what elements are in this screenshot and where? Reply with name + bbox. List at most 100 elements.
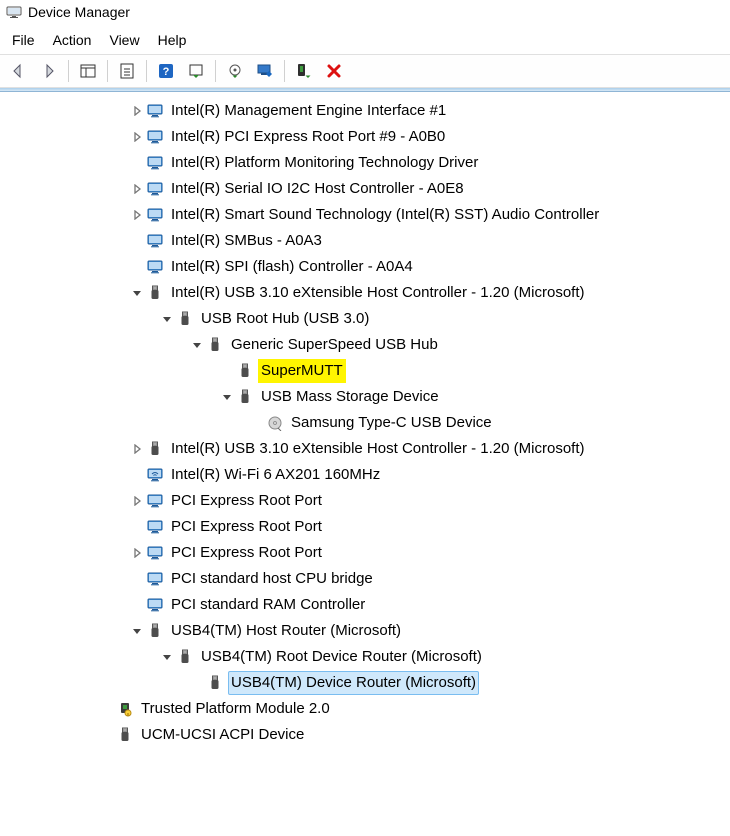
monitor-icon [146,102,164,120]
menu-help[interactable]: Help [158,32,187,48]
disk-icon [266,414,284,432]
tree-item[interactable]: Intel(R) USB 3.10 eXtensible Host Contro… [0,436,730,462]
monitor-icon [146,180,164,198]
tree-item-label: USB4(TM) Root Device Router (Microsoft) [198,645,485,670]
expand-icon[interactable] [130,444,144,454]
expand-icon[interactable] [130,626,144,636]
tree-item-label: Intel(R) Wi-Fi 6 AX201 160MHz [168,463,383,488]
properties-button[interactable] [114,58,140,84]
expand-icon[interactable] [160,652,174,662]
app-icon [6,4,22,20]
monitor-icon [146,570,164,588]
tree-item[interactable]: USB Root Hub (USB 3.0) [0,306,730,332]
monitor-icon [146,206,164,224]
window-title: Device Manager [28,4,130,20]
wifi-icon [146,466,164,484]
forward-button[interactable] [36,58,62,84]
tree-item[interactable]: PCI standard RAM Controller [0,592,730,618]
tree-item[interactable]: Trusted Platform Module 2.0 [0,696,730,722]
tree-item[interactable]: UCM-UCSI ACPI Device [0,722,730,748]
tree-item[interactable]: Intel(R) Smart Sound Technology (Intel(R… [0,202,730,228]
expand-icon[interactable] [130,288,144,298]
tree-item-label: PCI Express Root Port [168,515,325,540]
toolbar-separator [284,60,285,82]
tree-item[interactable]: Intel(R) SMBus - A0A3 [0,228,730,254]
tree-item[interactable]: Intel(R) PCI Express Root Port #9 - A0B0 [0,124,730,150]
tree-item-label: Generic SuperSpeed USB Hub [228,333,441,358]
tree-item[interactable]: USB4(TM) Device Router (Microsoft) [0,670,730,696]
tree-item[interactable]: Intel(R) Wi-Fi 6 AX201 160MHz [0,462,730,488]
toolbar-separator [215,60,216,82]
tree-item[interactable]: Intel(R) SPI (flash) Controller - A0A4 [0,254,730,280]
show-hide-console-button[interactable] [75,58,101,84]
tree-item[interactable]: PCI Express Root Port [0,540,730,566]
monitor-icon [146,128,164,146]
tree-item[interactable]: PCI Express Root Port [0,488,730,514]
menu-view[interactable]: View [109,32,139,48]
tree-item[interactable]: USB Mass Storage Device [0,384,730,410]
expand-icon[interactable] [130,548,144,558]
menu-bar: File Action View Help [0,28,730,54]
expand-icon[interactable] [130,210,144,220]
usb-icon [146,284,164,302]
tree-item-label: PCI Express Root Port [168,489,325,514]
tree-item-label: PCI standard RAM Controller [168,593,368,618]
menu-action[interactable]: Action [53,32,92,48]
update-driver-button[interactable] [222,58,248,84]
tree-item-label: Intel(R) Platform Monitoring Technology … [168,151,481,176]
tree-item-label: Intel(R) SMBus - A0A3 [168,229,325,254]
usb-icon [206,674,224,692]
tree-item[interactable]: SuperMUTT [0,358,730,384]
usb-icon [206,336,224,354]
disable-device-button[interactable] [252,58,278,84]
usb-icon [176,310,194,328]
uninstall-device-button[interactable] [321,58,347,84]
tree-item-label: Intel(R) PCI Express Root Port #9 - A0B0 [168,125,448,150]
toolbar-separator [146,60,147,82]
title-bar: Device Manager [0,0,730,28]
tree-item-label: Intel(R) Management Engine Interface #1 [168,99,449,124]
usb-icon [146,440,164,458]
expand-icon[interactable] [130,496,144,506]
tree-item-label: USB Mass Storage Device [258,385,442,410]
tree-item-label: SuperMUTT [258,359,346,384]
tree-item-label: Trusted Platform Module 2.0 [138,697,333,722]
tree-item-label: USB4(TM) Device Router (Microsoft) [228,671,479,696]
menu-file[interactable]: File [12,32,35,48]
tree-item-label: USB4(TM) Host Router (Microsoft) [168,619,404,644]
tree-item-label: PCI standard host CPU bridge [168,567,376,592]
tree-item-label: Samsung Type-C USB Device [288,411,495,436]
tree-item[interactable]: Intel(R) USB 3.10 eXtensible Host Contro… [0,280,730,306]
tree-item-label: Intel(R) Smart Sound Technology (Intel(R… [168,203,602,228]
monitor-icon [146,258,164,276]
tree-item[interactable]: Intel(R) Management Engine Interface #1 [0,98,730,124]
tree-item[interactable]: Intel(R) Platform Monitoring Technology … [0,150,730,176]
expand-icon[interactable] [130,184,144,194]
enable-device-button[interactable] [291,58,317,84]
expand-icon[interactable] [130,106,144,116]
tree-item[interactable]: Generic SuperSpeed USB Hub [0,332,730,358]
expand-icon[interactable] [160,314,174,324]
toolbar: ? [0,54,730,88]
tree-item[interactable]: Intel(R) Serial IO I2C Host Controller -… [0,176,730,202]
scan-hardware-button[interactable] [183,58,209,84]
tree-item[interactable]: Samsung Type-C USB Device [0,410,730,436]
tree-item[interactable]: USB4(TM) Host Router (Microsoft) [0,618,730,644]
expand-icon[interactable] [190,340,204,350]
tree-item[interactable]: PCI Express Root Port [0,514,730,540]
expand-icon[interactable] [130,132,144,142]
tpm-icon [116,700,134,718]
back-button[interactable] [6,58,32,84]
device-tree: Intel(R) Management Engine Interface #1I… [0,92,730,768]
monitor-icon [146,492,164,510]
expand-icon[interactable] [220,392,234,402]
usb-icon [236,362,254,380]
toolbar-separator [107,60,108,82]
tree-item[interactable]: USB4(TM) Root Device Router (Microsoft) [0,644,730,670]
help-button[interactable]: ? [153,58,179,84]
tree-item[interactable]: PCI standard host CPU bridge [0,566,730,592]
tree-item-label: USB Root Hub (USB 3.0) [198,307,372,332]
svg-text:?: ? [163,66,170,78]
tree-item-label: Intel(R) SPI (flash) Controller - A0A4 [168,255,416,280]
tree-item-label: Intel(R) USB 3.10 eXtensible Host Contro… [168,281,588,306]
